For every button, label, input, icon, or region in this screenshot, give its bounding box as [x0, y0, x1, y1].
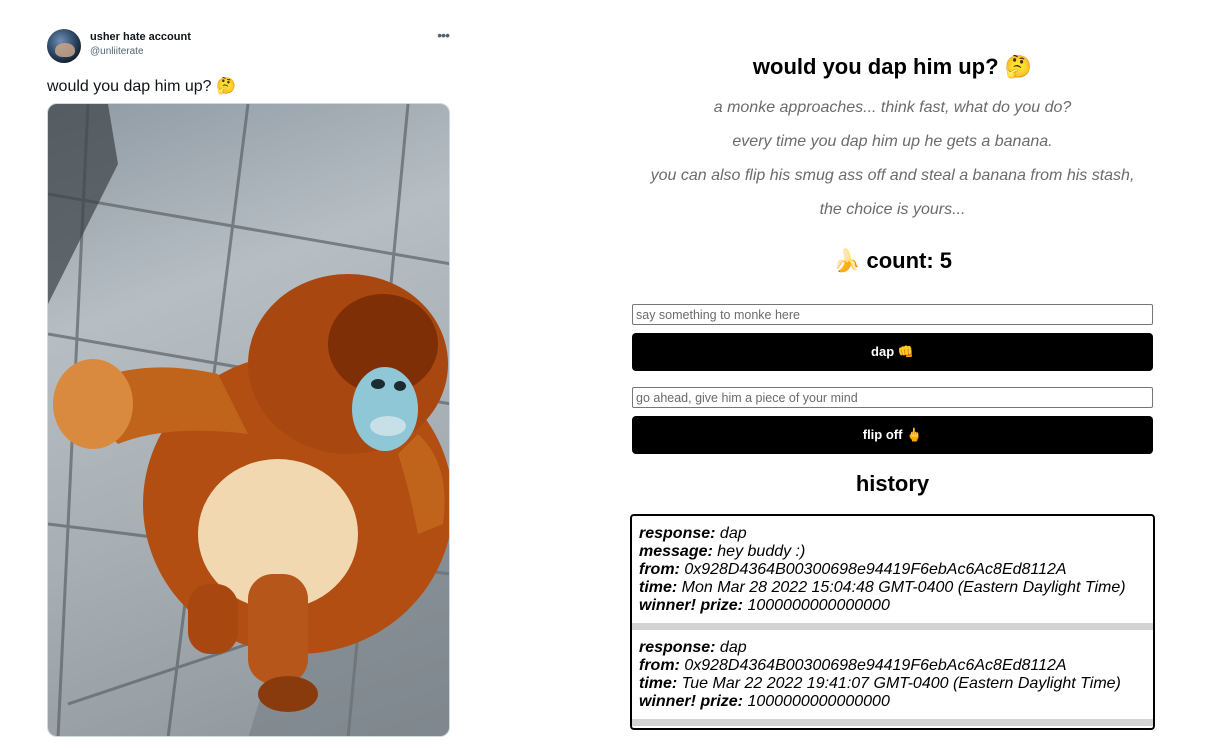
page-title: would you dap him up? 🤔: [752, 54, 1033, 79]
history-time: time: Tue Mar 22 2022 19:41:07 GMT-0400 …: [639, 675, 1121, 692]
history-divider: [632, 623, 1153, 630]
history-response: response: dap: [639, 525, 747, 542]
history-time: time: Mon Mar 28 2022 15:04:48 GMT-0400 …: [639, 579, 1126, 596]
intro-line-1: a monke approaches... think fast, what d…: [713, 99, 1072, 116]
tweet-handle[interactable]: @unliiterate: [90, 46, 144, 57]
history-list[interactable]: response: dap message: hey buddy :) from…: [630, 514, 1155, 730]
tweet-display-name[interactable]: usher hate account: [90, 31, 191, 43]
flip-off-message-input[interactable]: [632, 387, 1153, 408]
tweet-header: usher hate account @unliiterate •••: [47, 28, 451, 64]
intro-line-3: you can also flip his smug ass off and s…: [650, 167, 1135, 184]
avatar[interactable]: [47, 29, 81, 63]
flip-off-button[interactable]: flip off 🖕: [632, 416, 1153, 454]
dap-button[interactable]: dap 👊: [632, 333, 1153, 371]
tweet-media-monkey-video[interactable]: [47, 103, 450, 737]
tweet-text: would you dap him up? 🤔: [47, 78, 236, 95]
intro-line-2: every time you dap him up he gets a bana…: [732, 133, 1053, 150]
history-entry: response: dap from: 0x928D4364B00300698e…: [632, 630, 1153, 719]
embedded-tweet: usher hate account @unliiterate ••• woul…: [47, 28, 451, 737]
more-horizontal-icon[interactable]: •••: [437, 28, 450, 42]
history-response: response: dap: [639, 639, 747, 656]
history-message: message: hey buddy :): [639, 543, 806, 560]
history-prize: winner! prize: 1000000000000000: [639, 693, 890, 710]
history-divider: [632, 719, 1153, 726]
dap-message-input[interactable]: [632, 304, 1153, 325]
history-from: from: 0x928D4364B00300698e94419F6ebAc6Ac…: [639, 657, 1067, 674]
history-entry: response: dap message: hey buddy :) from…: [632, 516, 1153, 623]
intro-line-4: the choice is yours...: [819, 201, 966, 218]
monkey-image: [48, 104, 449, 736]
history-title: history: [855, 471, 930, 496]
history-prize: winner! prize: 1000000000000000: [639, 597, 890, 614]
banana-count: 🍌 count: 5: [832, 248, 953, 273]
history-from: from: 0x928D4364B00300698e94419F6ebAc6Ac…: [639, 561, 1067, 578]
